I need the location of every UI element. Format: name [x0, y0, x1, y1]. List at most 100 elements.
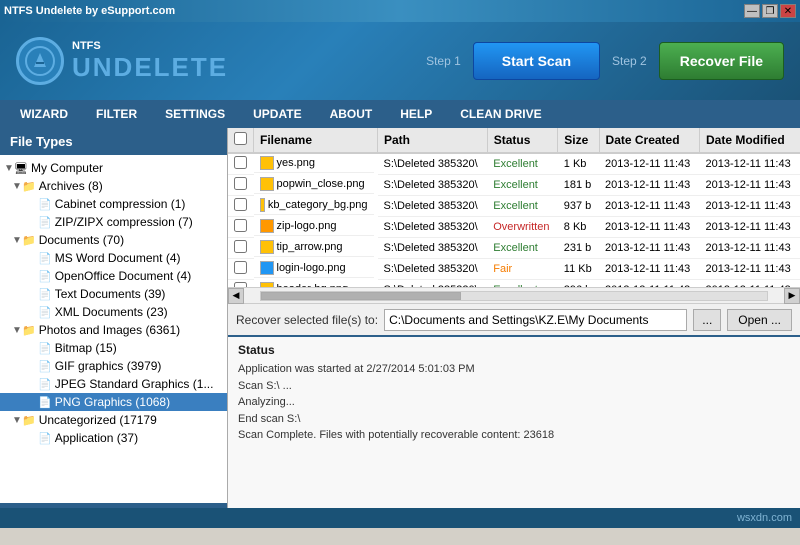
tree-label: GIF graphics (3979): [55, 359, 162, 373]
row-checkbox[interactable]: [228, 280, 254, 288]
menu-wizard[interactable]: WIZARD: [8, 103, 80, 125]
step2-label: Step 2: [612, 54, 647, 68]
row-size: 1 Kb: [558, 153, 599, 175]
menu-filter[interactable]: FILTER: [84, 103, 149, 125]
row-size: 11 Kb: [558, 259, 599, 280]
tree-item-msword[interactable]: 📄 MS Word Document (4): [0, 249, 227, 267]
file-icon: 📄: [38, 288, 52, 301]
header-actions: Step 1 Start Scan Step 2 Recover File: [426, 42, 784, 80]
expand-icon: [28, 217, 38, 228]
table-row[interactable]: header-bg.png S:\Deleted 385320\ Excelle…: [228, 280, 800, 288]
file-type-icon: [260, 219, 274, 233]
col-status[interactable]: Status: [487, 128, 558, 153]
menu-help[interactable]: HELP: [388, 103, 444, 125]
tree-item-cabinet[interactable]: 📄 Cabinet compression (1): [0, 195, 227, 213]
horizontal-scrollbar[interactable]: ◀ ▶: [228, 287, 800, 303]
tree-item-png[interactable]: 📄 PNG Graphics (1068): [0, 393, 227, 411]
folder-icon: 📁: [22, 180, 36, 193]
row-size: 181 b: [558, 175, 599, 196]
tree-item-bitmap[interactable]: 📄 Bitmap (15): [0, 339, 227, 357]
tree-label: OpenOffice Document (4): [55, 269, 192, 283]
tree-label: Documents (70): [39, 233, 124, 247]
recover-path-input[interactable]: [384, 309, 687, 331]
table-row[interactable]: login-logo.png S:\Deleted 385320\ Fair 1…: [228, 259, 800, 280]
expand-icon: [28, 361, 38, 372]
tree-item-openoffice[interactable]: 📄 OpenOffice Document (4): [0, 267, 227, 285]
tree-item-gif[interactable]: 📄 GIF graphics (3979): [0, 357, 227, 375]
table-row[interactable]: popwin_close.png S:\Deleted 385320\ Exce…: [228, 175, 800, 196]
row-checkbox[interactable]: [228, 175, 254, 196]
main-content: File Types ▼ 🖥 My Computer ▼ 📁 Archives …: [0, 128, 800, 508]
browse-button[interactable]: ...: [693, 309, 721, 331]
table-row[interactable]: tip_arrow.png S:\Deleted 385320\ Excelle…: [228, 238, 800, 259]
row-checkbox[interactable]: [228, 238, 254, 259]
row-checkbox[interactable]: [228, 217, 254, 238]
file-icon: 📄: [38, 252, 52, 265]
col-size[interactable]: Size: [558, 128, 599, 153]
tree-label: JPEG Standard Graphics (1...: [55, 377, 214, 391]
select-all-checkbox[interactable]: [234, 132, 247, 145]
menu-about[interactable]: ABOUT: [318, 103, 385, 125]
scroll-left-arrow[interactable]: ◀: [228, 288, 244, 304]
row-date-created: 2013-12-11 11:43: [599, 175, 699, 196]
row-checkbox[interactable]: [228, 196, 254, 217]
col-date-modified[interactable]: Date Modified: [700, 128, 800, 153]
sidebar-folders-header[interactable]: Folders: [0, 503, 227, 508]
file-icon: 📄: [38, 396, 52, 409]
col-filename[interactable]: Filename: [254, 128, 378, 153]
row-path: S:\Deleted 385320\: [378, 238, 488, 259]
tree-item-zip[interactable]: 📄 ZIP/ZIPX compression (7): [0, 213, 227, 231]
logo-undelete-label: UNDELETE: [72, 52, 228, 83]
row-size: 937 b: [558, 196, 599, 217]
table-row[interactable]: zip-logo.png S:\Deleted 385320\ Overwrit…: [228, 217, 800, 238]
close-button[interactable]: ✕: [780, 4, 796, 18]
table-row[interactable]: yes.png S:\Deleted 385320\ Excellent 1 K…: [228, 153, 800, 175]
file-icon: 📄: [38, 306, 52, 319]
bottom-bar-text: wsxdn.com: [737, 512, 792, 524]
status-line: Scan S:\ ...: [238, 378, 790, 395]
window-controls: — ❐ ✕: [744, 4, 796, 18]
open-button[interactable]: Open ...: [727, 309, 792, 331]
row-path: S:\Deleted 385320\: [378, 280, 488, 288]
tree-label: PNG Graphics (1068): [55, 395, 170, 409]
sidebar: File Types ▼ 🖥 My Computer ▼ 📁 Archives …: [0, 128, 228, 508]
menu-update[interactable]: UPDATE: [241, 103, 313, 125]
expand-icon: ▼: [12, 235, 22, 246]
tree-item-archives[interactable]: ▼ 📁 Archives (8): [0, 177, 227, 195]
tree-item-uncategorized[interactable]: ▼ 📁 Uncategorized (17179: [0, 411, 227, 429]
tree-item-application[interactable]: 📄 Application (37): [0, 429, 227, 447]
row-checkbox[interactable]: [228, 153, 254, 175]
recover-file-button[interactable]: Recover File: [659, 42, 784, 80]
row-checkbox[interactable]: [228, 259, 254, 280]
minimize-button[interactable]: —: [744, 4, 760, 18]
row-filename: yes.png: [254, 154, 374, 173]
tree-label: Archives (8): [39, 179, 103, 193]
row-status: Overwritten: [487, 217, 558, 238]
file-icon: 📄: [38, 270, 52, 283]
status-line: Application was started at 2/27/2014 5:0…: [238, 361, 790, 378]
menu-clean-drive[interactable]: CLEAN DRIVE: [448, 103, 553, 125]
table-row[interactable]: kb_category_bg.png S:\Deleted 385320\ Ex…: [228, 196, 800, 217]
scroll-thumb[interactable]: [261, 292, 461, 300]
row-filename: header-bg.png: [254, 280, 374, 288]
col-checkbox[interactable]: [228, 128, 254, 153]
row-filename: tip_arrow.png: [254, 238, 374, 257]
tree-item-xml[interactable]: 📄 XML Documents (23): [0, 303, 227, 321]
tree-item-jpeg[interactable]: 📄 JPEG Standard Graphics (1...: [0, 375, 227, 393]
logo-ntfs-label: NTFS: [72, 40, 228, 52]
row-date-modified: 2013-12-11 11:43: [700, 280, 800, 288]
col-date-created[interactable]: Date Created: [599, 128, 699, 153]
tree-item-photos[interactable]: ▼ 📁 Photos and Images (6361): [0, 321, 227, 339]
restore-button[interactable]: ❐: [762, 4, 778, 18]
menu-settings[interactable]: SETTINGS: [153, 103, 237, 125]
tree-item-mycomputer[interactable]: ▼ 🖥 My Computer: [0, 159, 227, 177]
scroll-right-arrow[interactable]: ▶: [784, 288, 800, 304]
row-date-created: 2013-12-11 11:43: [599, 153, 699, 175]
tree-item-text[interactable]: 📄 Text Documents (39): [0, 285, 227, 303]
folder-icon: 📁: [22, 234, 36, 247]
start-scan-button[interactable]: Start Scan: [473, 42, 600, 80]
tree-item-documents[interactable]: ▼ 📁 Documents (70): [0, 231, 227, 249]
col-path[interactable]: Path: [378, 128, 488, 153]
row-size: 231 b: [558, 238, 599, 259]
row-size: 296 b: [558, 280, 599, 288]
